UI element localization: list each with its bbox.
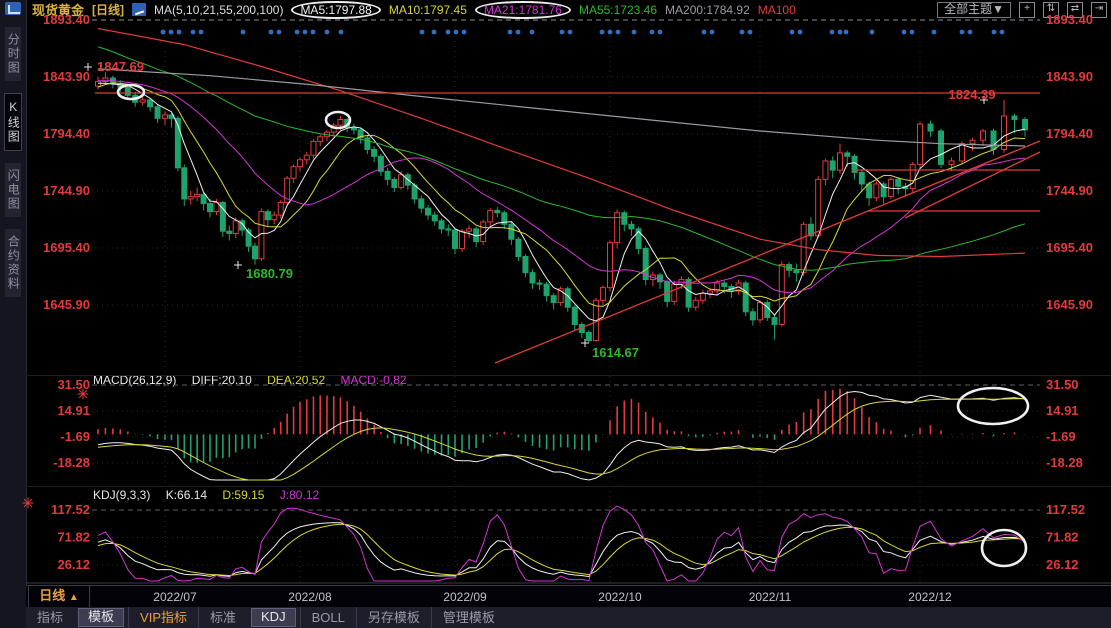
macd-diff-value: DIFF:20.10: [192, 373, 252, 387]
kdj-k-value: K:66.14: [166, 488, 207, 502]
ma5-value: MA5:1797.88: [291, 1, 380, 19]
svg-text:1645.90: 1645.90: [1046, 297, 1093, 312]
sidebar-item-lightning-chart[interactable]: 闪电图: [5, 163, 22, 217]
macd-header: MACD(26,12,9) DIFF:20.10 DEA:20.52 MACD:…: [93, 373, 419, 387]
tab-vip-indicators[interactable]: VIP指标: [128, 607, 198, 628]
svg-text:14.91: 14.91: [1046, 403, 1079, 418]
macd-params-label: MACD(26,12,9): [93, 373, 176, 387]
symbol-title: 现货黄金: [32, 0, 84, 19]
left-sidebar: 分时图 K线图 闪电图 合约资料: [0, 0, 27, 628]
sidebar-item-time-chart[interactable]: 分时图: [5, 27, 22, 81]
sidebar-item-kline-chart[interactable]: K线图: [4, 93, 23, 151]
detach-icon[interactable]: ⇥: [1091, 2, 1107, 18]
period-tag: [日线]: [92, 1, 124, 18]
tab-save-template[interactable]: 另存模板: [356, 607, 431, 628]
svg-text:1744.90: 1744.90: [1046, 183, 1093, 198]
tab-kdj[interactable]: KDJ: [251, 608, 296, 627]
ma21-value: MA21:1781.76: [475, 1, 571, 19]
macd-dea-value: DEA:20.52: [267, 373, 325, 387]
scale-horizontal-icon[interactable]: ⇄: [1067, 2, 1083, 18]
indicator-tab-bar: 指标 模板 VIP指标 标准 KDJ BOLL 另存模板 管理模板: [26, 607, 1111, 628]
chart-header-bar: 现货黄金 [日线] MA(5,10,21,55,200,100) MA5:179…: [26, 0, 1111, 19]
svg-text:-18.28: -18.28: [1046, 455, 1083, 470]
svg-text:1843.90: 1843.90: [1046, 69, 1093, 84]
svg-text:1794.40: 1794.40: [1046, 126, 1093, 141]
period-selector[interactable]: 日线 ▲: [28, 586, 90, 608]
tab-standard[interactable]: 标准: [198, 607, 247, 628]
app-logo-icon: [5, 2, 21, 15]
svg-text:117.52: 117.52: [1046, 502, 1085, 517]
tab-indicators[interactable]: 指标: [26, 607, 74, 628]
svg-text:31.50: 31.50: [1046, 377, 1079, 392]
ma10-value: MA10:1797.45: [389, 3, 467, 17]
svg-text:-1.69: -1.69: [1046, 429, 1076, 444]
sidebar-item-contract-info[interactable]: 合约资料: [5, 229, 22, 297]
kline-chart-icon: [132, 3, 146, 16]
kdj-params-label: KDJ(9,3,3): [93, 488, 150, 502]
svg-text:1695.40: 1695.40: [1046, 240, 1093, 255]
ma100-value: MA100: [758, 3, 796, 17]
tab-manage-templates[interactable]: 管理模板: [431, 607, 506, 628]
svg-text:71.82: 71.82: [1046, 530, 1079, 545]
ma-settings-label: MA(5,10,21,55,200,100): [154, 3, 283, 17]
move-icon[interactable]: +: [1019, 2, 1035, 18]
ma200-value: MA200:1784.92: [665, 3, 750, 17]
svg-text:26.12: 26.12: [1046, 557, 1079, 572]
ma55-value: MA55:1723.46: [579, 3, 657, 17]
period-arrow-icon: ▲: [69, 592, 79, 603]
scale-vertical-icon[interactable]: ⇅: [1043, 2, 1059, 18]
chart-app-window: 分时图 K线图 闪电图 合约资料 现货黄金 [日线] MA(5,10,21,55…: [0, 0, 1111, 628]
theme-dropdown-button[interactable]: 全部主题▼: [937, 2, 1011, 18]
kdj-d-value: D:59.15: [222, 488, 264, 502]
x-axis-status-bar: 日线 ▲: [26, 585, 1111, 609]
tab-templates[interactable]: 模板: [78, 608, 124, 627]
kdj-header: KDJ(9,3,3) K:66.14 D:59.15 J:80.12: [93, 488, 331, 502]
tab-boll[interactable]: BOLL: [300, 607, 356, 628]
macd-macd-value: MACD:-0.82: [340, 373, 406, 387]
kdj-j-value: J:80.12: [280, 488, 319, 502]
period-label: 日线: [39, 588, 65, 603]
